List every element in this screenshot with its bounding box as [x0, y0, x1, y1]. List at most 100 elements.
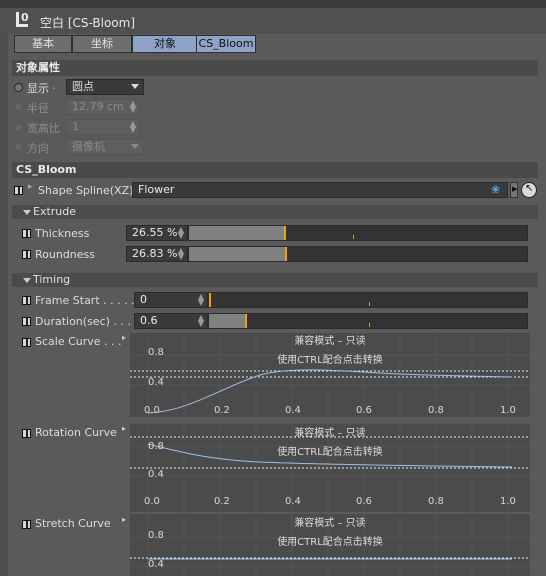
thickness-slider[interactable]: [188, 225, 528, 241]
x-tick-label: 0.4: [285, 405, 301, 416]
expand-arrow-icon[interactable]: ▸: [122, 424, 126, 433]
keyframe-icon[interactable]: [22, 429, 31, 438]
aspect-animate-radio[interactable]: [14, 123, 23, 132]
tab-cs-bloom[interactable]: CS_Bloom: [196, 35, 256, 53]
collapse-triangle-icon: [23, 278, 31, 283]
pick-session-icon[interactable]: ↖: [521, 182, 537, 198]
keyframe-icon[interactable]: [22, 520, 31, 529]
stretch-curve-editor[interactable]: 兼容模式 – 只读 使用CTRL配合点击转换 0.8 0.4: [130, 514, 530, 576]
ctrl-click-hint: 使用CTRL配合点击转换: [277, 355, 383, 366]
spinner-arrows-icon: ▲ ▼: [197, 292, 204, 307]
roundness-slider[interactable]: [188, 246, 528, 262]
slider-default-tick: [369, 323, 370, 327]
expand-arrow-icon[interactable]: ▸: [122, 333, 126, 342]
shape-spline-link-field[interactable]: Flower: [132, 182, 508, 198]
ctrl-click-hint: 使用CTRL配合点击转换: [277, 447, 383, 458]
tab-coordinates[interactable]: 坐标: [72, 35, 132, 53]
null-object-icon: 0: [16, 11, 30, 28]
display-dot: .: [52, 79, 56, 92]
orientation-animate-radio[interactable]: [14, 143, 23, 152]
expand-arrow-icon[interactable]: ▸: [28, 182, 33, 192]
x-tick-label: 0.8: [428, 496, 444, 507]
tab-basic[interactable]: 基本: [14, 35, 72, 53]
y-tick-label: 0.4: [148, 559, 164, 570]
expand-arrow-icon[interactable]: ▸: [122, 515, 126, 524]
rotation-curve-row: Rotation Curve ▸: [14, 424, 134, 441]
y-tick-label: 0.4: [148, 377, 164, 388]
duration-slider[interactable]: [208, 313, 528, 329]
slider-fill: [209, 314, 245, 328]
link-menu-button[interactable]: ▶: [510, 182, 518, 198]
slider-default-tick: [369, 302, 370, 306]
y-tick-label: 0.8: [148, 530, 164, 541]
radius-animate-radio[interactable]: [14, 103, 23, 112]
slider-thumb[interactable]: [245, 314, 247, 328]
rotation-curve-label: Rotation Curve: [35, 426, 117, 439]
orientation-dropdown[interactable]: 摄像机: [66, 139, 144, 155]
thickness-input[interactable]: 26.55 % ▲ ▼: [126, 225, 188, 241]
keyframe-icon[interactable]: [14, 186, 23, 195]
object-title: 空白 [CS-Bloom]: [40, 16, 136, 30]
x-tick-label: 0.4: [285, 496, 301, 507]
slider-thumb[interactable]: [285, 247, 287, 261]
ctrl-click-hint: 使用CTRL配合点击转换: [277, 537, 383, 548]
orientation-row: 方向 . 摄像机: [14, 139, 154, 157]
slider-thumb[interactable]: [209, 293, 211, 307]
frame-start-label: Frame Start . . . . .: [35, 294, 135, 307]
timing-group-header[interactable]: Timing: [12, 273, 538, 287]
spinner-arrows-icon: ▲ ▼: [129, 99, 136, 114]
display-row: 显示 . 圆点: [14, 79, 154, 97]
compat-mode-text: 兼容模式 – 只读: [294, 518, 366, 529]
orientation-dot: .: [52, 139, 56, 152]
thickness-label: Thickness: [35, 227, 90, 240]
spline-object-icon: ❀: [491, 183, 501, 196]
chevron-down-icon: [131, 84, 139, 89]
x-tick-label: 0.2: [214, 405, 230, 416]
duration-input[interactable]: 0.6 ▲ ▼: [134, 313, 208, 329]
roundness-row: Roundness 26.83 % ▲ ▼: [14, 246, 534, 264]
radius-row: 半径 12.79 cm ▲ ▼: [14, 99, 154, 117]
scale-curve-editor[interactable]: 兼容模式 – 只读 使用CTRL配合点击转换 0.8 0.4 0.0 0.2 0…: [130, 333, 530, 417]
roundness-input[interactable]: 26.83 % ▲ ▼: [126, 246, 188, 262]
thickness-row: Thickness 26.55 % ▲ ▼: [14, 225, 534, 243]
slider-fill: [189, 247, 285, 261]
x-tick-label: 1.0: [500, 496, 516, 507]
roundness-label: Roundness: [35, 248, 96, 261]
stretch-curve-row: Stretch Curve ▸: [14, 515, 134, 532]
slider-fill: [189, 226, 284, 240]
cs-bloom-header: CS_Bloom: [12, 162, 538, 178]
rotation-curve-editor[interactable]: 兼容模式 – 只读 使用CTRL配合点击转换 0.8 0.4 0.0 0.2 0…: [130, 424, 530, 512]
object-properties-header: 对象属性: [12, 60, 538, 76]
chevron-down-icon: [131, 144, 139, 149]
extrude-group-header[interactable]: Extrude: [12, 205, 538, 219]
slider-thumb[interactable]: [284, 226, 286, 240]
aspect-field[interactable]: 1 ▲ ▼: [66, 119, 140, 135]
collapse-triangle-icon: [23, 210, 31, 215]
spinner-arrows-icon: ▲ ▼: [129, 119, 136, 134]
spinner-arrows-icon: ▲ ▼: [177, 225, 184, 240]
keyframe-icon[interactable]: [22, 229, 31, 238]
frame-start-row: Frame Start . . . . . 0 ▲ ▼: [14, 292, 534, 310]
aspect-label: 宽高比: [27, 122, 60, 135]
keyframe-icon[interactable]: [22, 338, 31, 347]
keyframe-icon[interactable]: [22, 317, 31, 326]
x-tick-label: 0.0: [144, 496, 160, 507]
frame-start-slider[interactable]: [208, 292, 528, 308]
display-label: 显示: [27, 82, 49, 95]
x-tick-label: 0.0: [144, 405, 160, 416]
x-tick-label: 0.6: [356, 496, 372, 507]
y-tick-label: 0.8: [148, 441, 164, 452]
radius-field[interactable]: 12.79 cm ▲ ▼: [66, 99, 140, 115]
y-tick-label: 0.8: [148, 347, 164, 358]
x-tick-label: 0.6: [356, 405, 372, 416]
display-animate-radio[interactable]: [14, 83, 23, 92]
keyframe-icon[interactable]: [22, 250, 31, 259]
tab-object[interactable]: 对象: [132, 35, 198, 53]
spinner-arrows-icon: ▲ ▼: [177, 246, 184, 261]
keyframe-icon[interactable]: [22, 296, 31, 305]
stretch-curve-label: Stretch Curve: [35, 517, 111, 530]
shape-spline-label: Shape Spline(XZ): [38, 184, 134, 197]
display-dropdown[interactable]: 圆点: [66, 79, 144, 95]
orientation-label: 方向: [27, 142, 49, 155]
frame-start-input[interactable]: 0 ▲ ▼: [134, 292, 208, 308]
